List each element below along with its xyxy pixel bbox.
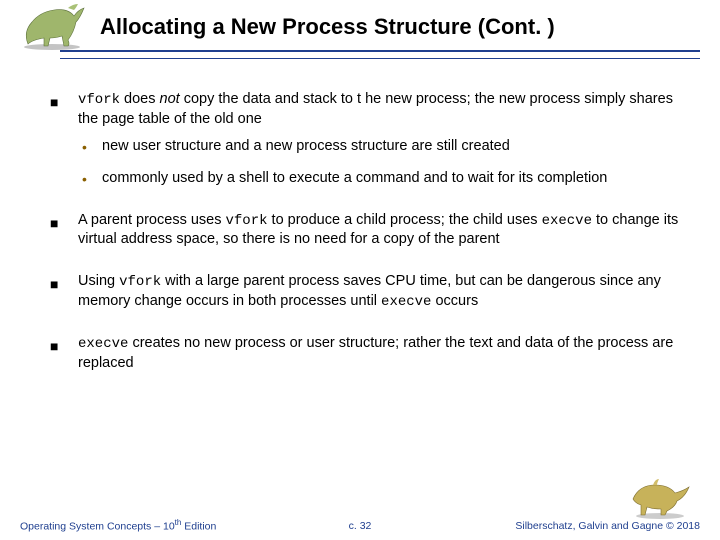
dot-bullet-icon: • — [82, 138, 87, 157]
content: ■ vfork does not copy the data and stack… — [78, 90, 690, 395]
code: vfork — [119, 274, 161, 290]
body-text: vfork does not copy the data and stack t… — [78, 91, 673, 127]
slide: Allocating a New Process Structure (Cont… — [0, 0, 720, 540]
dinosaur-icon — [18, 2, 96, 52]
bullet-2: ■ A parent process uses vfork to produce… — [78, 211, 690, 250]
code: execve — [381, 294, 431, 310]
square-bullet-icon: ■ — [50, 93, 58, 112]
code: execve — [78, 336, 128, 352]
page-title: Allocating a New Process Structure (Cont… — [100, 14, 720, 40]
square-bullet-icon: ■ — [50, 275, 58, 294]
header: Allocating a New Process Structure (Cont… — [0, 0, 720, 60]
code: vfork — [226, 213, 268, 229]
body-text: new user structure and a new process str… — [102, 138, 510, 154]
body-text: A parent process uses vfork to produce a… — [78, 212, 678, 248]
code: execve — [542, 213, 592, 229]
dinosaur-icon — [625, 475, 695, 520]
square-bullet-icon: ■ — [50, 214, 58, 233]
title-rule — [60, 50, 700, 59]
code: vfork — [78, 92, 120, 108]
dot-bullet-icon: • — [82, 170, 87, 189]
bullet-3: ■ Using vfork with a large parent proces… — [78, 272, 690, 312]
bullet-4: ■ execve creates no new process or user … — [78, 334, 690, 373]
footer-right: Silberschatz, Galvin and Gagne © 2018 — [515, 520, 700, 532]
bullet-1: ■ vfork does not copy the data and stack… — [78, 90, 690, 189]
body-text: execve creates no new process or user st… — [78, 335, 673, 371]
body-text: commonly used by a shell to execute a co… — [102, 170, 607, 186]
body-text: Using vfork with a large parent process … — [78, 273, 661, 309]
square-bullet-icon: ■ — [50, 337, 58, 356]
sub-bullet: • commonly used by a shell to execute a … — [102, 169, 690, 189]
sub-bullet: • new user structure and a new process s… — [102, 137, 690, 157]
